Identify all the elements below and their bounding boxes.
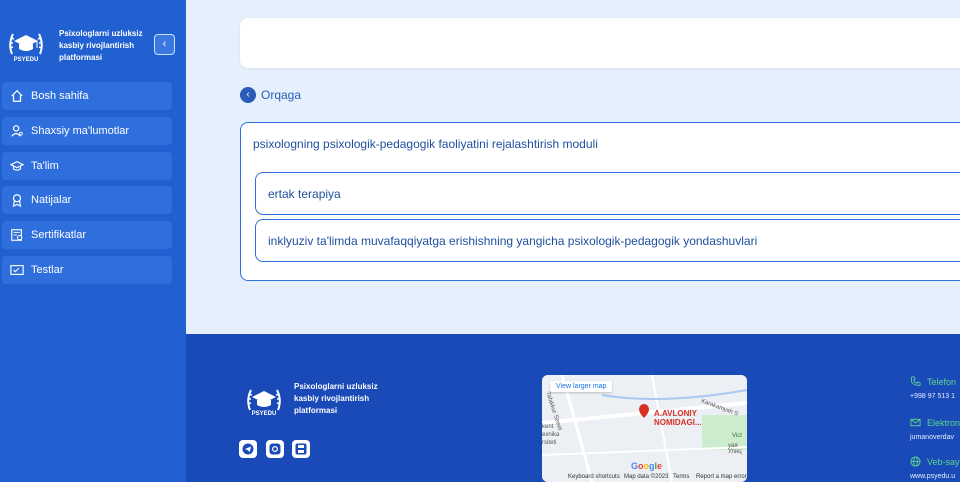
collapse-sidebar-button[interactable]: ‹	[154, 34, 175, 55]
back-button[interactable]: ‹ Orqaga	[240, 87, 301, 103]
chevron-left-icon: ‹	[162, 38, 167, 50]
telegram-icon	[242, 443, 254, 455]
sidebar-item-natijalar[interactable]: Natijalar	[2, 186, 172, 214]
map-place-label: A.AVLONIY NOMIDAGI...	[654, 409, 702, 427]
contact-heading: Veb-say	[927, 456, 960, 467]
award-icon	[12, 194, 22, 207]
footer-logo: PSYEDU	[242, 380, 286, 424]
footer: PSYEDU Psixologlarni uzluksiz kasbiy riv…	[186, 334, 960, 482]
map-district-label: kent	[542, 424, 554, 430]
mail-icon	[910, 418, 921, 427]
chevron-left-icon: ‹	[240, 87, 256, 103]
map-district-label: exnika	[542, 432, 560, 438]
sidebar-item-testlar[interactable]: Testlar	[2, 256, 172, 284]
sidebar-item-sertifikatlar[interactable]: Sertifikatlar	[2, 221, 172, 249]
footer-title: Psixologlarni uzluksiz kasbiy rivojlanti…	[294, 382, 378, 415]
phone-icon	[910, 376, 921, 386]
save-link[interactable]	[292, 440, 310, 458]
sidebar-item-label: Shaxsiy ma'lumotlar	[31, 125, 130, 137]
brand: PSYEDU Psixologlarni uzluksiz kasbiy riv…	[0, 0, 186, 80]
view-larger-map-link[interactable]: View larger map	[550, 381, 613, 392]
module-card: psixologning psixologik-pedagogik faoliy…	[240, 122, 960, 281]
graduation-cap-icon	[10, 160, 24, 171]
report-map-error-link[interactable]: Report a map error	[696, 474, 747, 480]
contact-website: Veb-say www.psyedu.u	[910, 456, 960, 480]
brand-title: Psixologlarni uzluksiz kasbiy rivojlanti…	[59, 29, 143, 62]
globe-icon	[910, 456, 921, 467]
header-bar	[240, 18, 960, 68]
back-label: Orqaga	[261, 88, 302, 102]
terms-link[interactable]: Terms	[673, 474, 689, 480]
sidebar-item-label: Testlar	[31, 264, 64, 276]
contact-heading: Elektron	[927, 417, 960, 428]
list-item-label: inklyuziv ta'limda muvafaqqiyatga erishi…	[268, 233, 758, 248]
contact-value[interactable]: +998 97 513 1	[910, 393, 956, 400]
sidebar-item-label: Ta'lim	[31, 160, 59, 172]
sidebar-item-label: Bosh sahifa	[31, 90, 89, 102]
telegram-link[interactable]	[239, 440, 257, 458]
contact-value[interactable]: www.psyedu.u	[910, 473, 960, 480]
psyedu-logo[interactable]: PSYEDU	[4, 24, 48, 68]
list-item[interactable]: ertak terapiya	[255, 172, 960, 215]
sidebar-item-bosh-sahifa[interactable]: Bosh sahifa	[2, 82, 172, 110]
map-district-label: yaя Улиц	[728, 443, 742, 455]
sidebar-item-talim[interactable]: Ta'lim	[2, 152, 172, 180]
logo-caption: PSYEDU	[13, 57, 39, 63]
map-district-label: rsiteti	[542, 440, 557, 446]
module-title: psixologning psixologik-pedagogik faoliy…	[253, 137, 598, 151]
keyboard-shortcuts-link[interactable]: Keyboard shortcuts	[568, 474, 620, 480]
certificate-icon	[11, 229, 23, 241]
map-district-label: Vict	[732, 433, 742, 439]
sidebar-item-shaxsiy-malumotlar[interactable]: Shaxsiy ma'lumotlar	[2, 117, 172, 145]
home-icon	[11, 89, 23, 102]
contact-value[interactable]: jumanoverdav	[910, 434, 960, 441]
save-icon	[295, 443, 307, 455]
contact-phone: Telefon +998 97 513 1	[910, 376, 956, 400]
map-data-text: Map data ©2023	[624, 474, 669, 480]
test-icon	[10, 265, 24, 275]
instagram-icon	[269, 443, 281, 455]
google-logo: Google	[631, 461, 663, 471]
sidebar-item-label: Sertifikatlar	[31, 229, 87, 241]
footer-logo-caption: PSYEDU	[251, 411, 277, 417]
instagram-link[interactable]	[266, 440, 284, 458]
list-item-label: ertak terapiya	[268, 186, 341, 201]
user-icon	[11, 125, 23, 137]
list-item[interactable]: inklyuziv ta'limda muvafaqqiyatga erishi…	[255, 219, 960, 262]
contact-email: Elektron jumanoverdav	[910, 417, 960, 442]
location-map[interactable]: View larger map A.AVLONIY NOMIDAGI... Ta…	[542, 375, 747, 482]
sidebar-item-label: Natijalar	[31, 194, 72, 206]
sidebar: PSYEDU Psixologlarni uzluksiz kasbiy riv…	[0, 0, 186, 482]
contact-heading: Telefon	[927, 376, 957, 387]
